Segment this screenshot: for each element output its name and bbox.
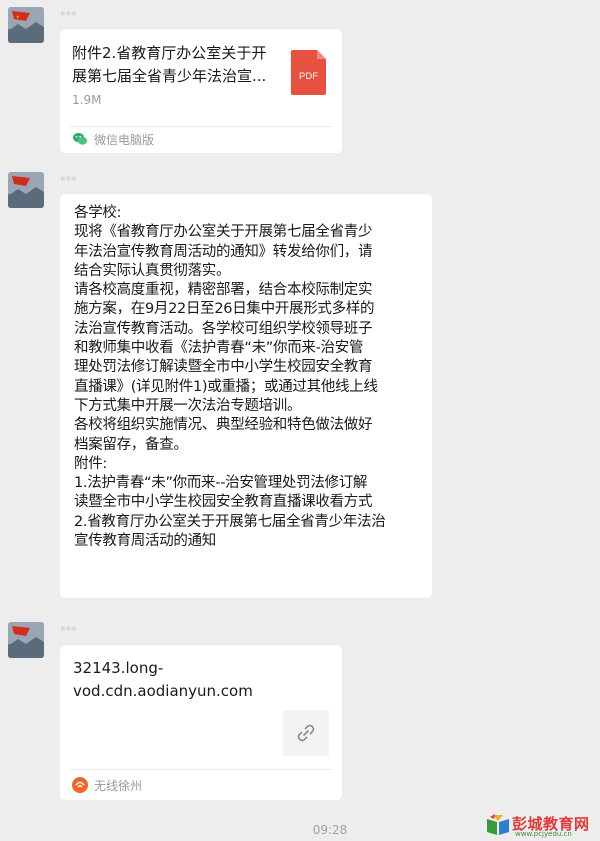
link-message-card[interactable]: 32143.long- vod.cdn.aodianyun.com 无线徐州 (60, 645, 342, 800)
message-line: 2.省教育厅办公室关于开展第七届全省青少年法治 (74, 513, 386, 530)
message-line: 法治宣传教育活动。各学校可组织学校领导班子 (74, 320, 373, 337)
sender-name: *** (60, 174, 77, 187)
avatar[interactable]: ★ (8, 7, 44, 43)
message-line: 各学校: (74, 205, 122, 221)
link-url: 32143.long- vod.cdn.aodianyun.com (73, 659, 253, 700)
sender-name: *** (60, 624, 77, 637)
message-line: 读暨全市中小学生校园安全教育直播课收看方式 (74, 494, 373, 511)
svg-text:PDF: PDF (299, 71, 318, 82)
card-divider (70, 126, 332, 127)
message-line: 1.法护青春“未”你而来--治安管理处罚法修订解 (74, 475, 368, 492)
file-source: 微信电脑版 (72, 130, 154, 148)
pdf-file-icon: PDF (291, 50, 326, 95)
link-icon (297, 724, 315, 742)
message-line: 现将《省教育厅办公室关于开展第七届全省青少 (74, 224, 373, 241)
link-thumbnail (283, 710, 329, 756)
card-divider (70, 769, 332, 770)
message-line: 结合实际认真贯彻落实。 (74, 262, 231, 279)
sender-name: *** (60, 9, 77, 22)
message-line: 年法治宣传教育周活动的通知》转发给你们，请 (74, 243, 373, 260)
message-line: 和教师集中收看《法护青春“未”你而来-治安管 (74, 340, 364, 357)
file-size: 1.9M (72, 93, 102, 107)
wuxian-xuzhou-icon (72, 777, 88, 793)
message-line: 宣传教育周活动的通知 (74, 533, 216, 550)
message-line: 下方式集中开展一次法治专题培训。 (74, 397, 302, 414)
link-source-label: 无线徐州 (94, 778, 143, 793)
message-line: 直播课》(详见附件1)或重播；或通过其他线上线 (74, 378, 378, 395)
message-line: 各校将组织实施情况、典型经验和特色做法做好 (74, 417, 373, 434)
link-source: 无线徐州 (72, 776, 142, 794)
message-line: 理处罚法修订解读暨全市中小学生校园安全教育 (74, 359, 373, 376)
watermark-url: www.pcjyedu.cn (515, 830, 572, 838)
site-watermark: 彭城教育网 www.pcjyedu.cn (485, 812, 597, 838)
file-source-label: 微信电脑版 (94, 132, 155, 147)
book-logo-icon (487, 814, 509, 835)
message-line: 请各校高度重视，精密部署，结合本校际制定实 (74, 282, 373, 299)
file-title: 附件2.省教育厅办公室关于开 展第七届全省青少年法治宣... (72, 44, 267, 85)
avatar[interactable] (8, 622, 44, 658)
message-line: 施方案，在9月22日至26日集中开展形式多样的 (74, 301, 375, 318)
file-message-card[interactable]: 附件2.省教育厅办公室关于开 展第七届全省青少年法治宣... 1.9M PDF … (60, 29, 342, 153)
message-text: 各学校: 现将《省教育厅办公室关于开展第七届全省青少 年法治宣传教育周活动的通知》转… (74, 204, 424, 551)
wechat-pc-icon (72, 131, 88, 147)
message-line: 附件: (74, 455, 107, 472)
message-line: 档案留存，备查。 (74, 436, 188, 453)
text-message-bubble[interactable]: 各学校: 现将《省教育厅办公室关于开展第七届全省青少 年法治宣传教育周活动的通知》转… (60, 194, 432, 598)
avatar[interactable] (8, 172, 44, 208)
svg-text:★: ★ (16, 14, 20, 19)
